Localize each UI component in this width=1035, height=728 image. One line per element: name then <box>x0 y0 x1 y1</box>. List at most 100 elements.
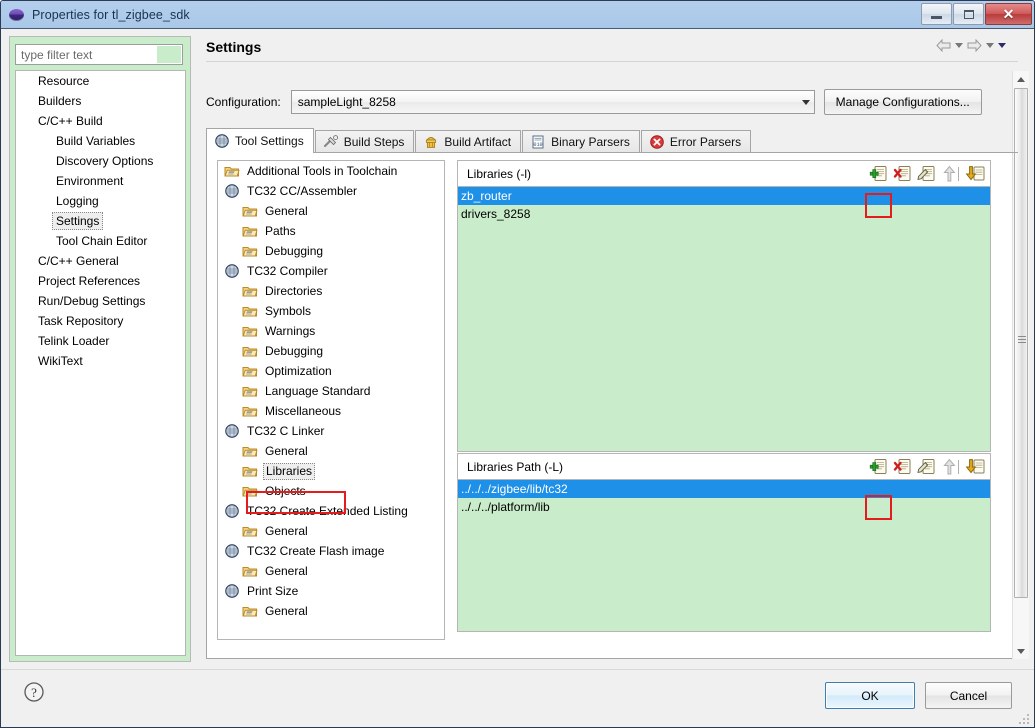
libraries-path-add-icon[interactable] <box>869 457 890 477</box>
maximize-button[interactable] <box>953 3 984 25</box>
sidebar-item-builders[interactable]: Builders <box>16 91 185 111</box>
toolchain-item-warnings[interactable]: Warnings <box>218 321 444 341</box>
filter-text-field[interactable]: type filter text <box>15 44 183 65</box>
libraries-list[interactable]: zb_router drivers_8258 <box>457 187 991 452</box>
page-scrollbar[interactable] <box>1012 71 1029 659</box>
forward-arrow-icon[interactable] <box>967 39 982 52</box>
sidebar-item-project-references[interactable]: Project References <box>16 271 185 291</box>
resize-grip[interactable] <box>1017 712 1031 726</box>
back-dropdown-icon[interactable] <box>955 43 963 48</box>
sidebar-item-task-repository[interactable]: Task Repository <box>16 311 185 331</box>
toolchain-item-language-standard[interactable]: Language Standard <box>218 381 444 401</box>
forward-dropdown-icon[interactable] <box>986 43 994 48</box>
filter-field-cap <box>157 46 181 63</box>
tab-build-steps[interactable]: Build Steps <box>314 130 415 153</box>
toolchain-item-directories[interactable]: Directories <box>218 281 444 301</box>
libraries-path-edit-icon[interactable] <box>917 457 938 477</box>
libraries-edit-icon[interactable] <box>917 164 938 184</box>
libraries-path-move-down-icon[interactable] <box>965 457 986 477</box>
toolchain-item-label: Optimization <box>265 364 332 378</box>
sidebar-item-label: C/C++ General <box>38 254 119 268</box>
toolchain-item-symbols[interactable]: Symbols <box>218 301 444 321</box>
sidebar-item-label: Builders <box>38 94 82 108</box>
libraries-list-item[interactable]: drivers_8258 <box>458 205 990 223</box>
sidebar-item-resource[interactable]: Resource <box>16 71 185 91</box>
toolchain-item-general[interactable]: General <box>218 561 444 581</box>
sidebar-item-build-variables[interactable]: Build Variables <box>16 131 185 151</box>
sidebar-item-label: Build Variables <box>56 134 136 148</box>
tab-label: Error Parsers <box>669 135 742 149</box>
toolchain-item-libraries[interactable]: Libraries <box>218 461 444 481</box>
libraries-move-down-icon[interactable] <box>965 164 986 184</box>
toolchain-item-label: Paths <box>265 224 296 238</box>
scroll-up-button[interactable] <box>1013 71 1029 87</box>
help-icon[interactable]: ? <box>23 681 45 703</box>
sidebar-item-wikitext[interactable]: WikiText <box>16 351 185 371</box>
libraries-path-title: Libraries Path (-L) <box>467 459 564 474</box>
toolchain-item-miscellaneous[interactable]: Miscellaneous <box>218 401 444 421</box>
toolchain-item-debugging[interactable]: Debugging <box>218 341 444 361</box>
sidebar-item-c-c-build[interactable]: C/C++ Build <box>16 111 185 131</box>
toolchain-item-label: TC32 Compiler <box>247 264 328 278</box>
toolchain-item-general[interactable]: General <box>218 601 444 621</box>
sidebar-item-tool-chain-editor[interactable]: Tool Chain Editor <box>16 231 185 251</box>
toolchain-item-debugging[interactable]: Debugging <box>218 241 444 261</box>
toolchain-item-tc32-create-extended-listing[interactable]: TC32 Create Extended Listing <box>218 501 444 521</box>
tab-error-parsers[interactable]: Error Parsers <box>640 130 752 153</box>
filter-placeholder: type filter text <box>21 47 93 62</box>
sidebar-item-label: Logging <box>56 194 99 208</box>
tab-binary-parsers[interactable]: 010 Binary Parsers <box>522 130 640 153</box>
toolchain-item-label: Symbols <box>265 304 312 318</box>
libraries-move-up-icon <box>941 164 962 184</box>
toolchain-item-tc32-compiler[interactable]: TC32 Compiler <box>218 261 444 281</box>
toolchain-item-tc32-c-linker[interactable]: TC32 C Linker <box>218 421 444 441</box>
scrollbar-grip <box>1018 336 1026 343</box>
sidebar-item-settings[interactable]: Settings <box>16 211 185 231</box>
toolchain-item-objects[interactable]: Objects <box>218 481 444 501</box>
sidebar-item-label: WikiText <box>38 354 83 368</box>
back-arrow-icon[interactable] <box>936 39 951 52</box>
toolchain-item-general[interactable]: General <box>218 441 444 461</box>
sidebar-item-discovery-options[interactable]: Discovery Options <box>16 151 185 171</box>
libraries-add-icon[interactable] <box>869 164 890 184</box>
sidebar-item-c-c-general[interactable]: C/C++ General <box>16 251 185 271</box>
toolchain-item-general[interactable]: General <box>218 201 444 221</box>
toolchain-item-print-size[interactable]: Print Size <box>218 581 444 601</box>
title-bar: Properties for tl_zigbee_sdk ✕ <box>1 1 1034 29</box>
settings-tree[interactable]: Resource Builders C/C++ Build Build Variabl… <box>15 70 186 656</box>
toolchain-item-paths[interactable]: Paths <box>218 221 444 241</box>
window-controls: ✕ <box>920 3 1032 25</box>
libraries-path-list-item[interactable]: ../../../platform/lib <box>458 498 990 516</box>
cancel-button[interactable]: Cancel <box>925 682 1012 709</box>
ok-button[interactable]: OK <box>825 682 915 709</box>
sidebar-item-run-debug-settings[interactable]: Run/Debug Settings <box>16 291 185 311</box>
sidebar-item-environment[interactable]: Environment <box>16 171 185 191</box>
toolchain-item-tc32-create-flash-image[interactable]: TC32 Create Flash image <box>218 541 444 561</box>
tab-tool-settings[interactable]: Tool Settings <box>206 128 314 153</box>
scroll-down-button[interactable] <box>1013 643 1029 659</box>
chevron-down-icon[interactable] <box>801 91 810 113</box>
configuration-combo[interactable]: sampleLight_8258 <box>290 90 815 114</box>
manage-configurations-button[interactable]: Manage Configurations... <box>823 89 982 115</box>
toolchain-item-additional-tools-in-toolchain[interactable]: Additional Tools in Toolchain <box>218 161 444 181</box>
libraries-path-delete-icon[interactable] <box>893 457 914 477</box>
close-button[interactable]: ✕ <box>985 3 1032 25</box>
toolchain-item-optimization[interactable]: Optimization <box>218 361 444 381</box>
sidebar-item-telink-loader[interactable]: Telink Loader <box>16 331 185 351</box>
libraries-path-toolbar <box>869 457 986 477</box>
scrollbar-thumb[interactable] <box>1014 88 1028 598</box>
libraries-path-list-item[interactable]: ../../../zigbee/lib/tc32 <box>458 480 990 498</box>
view-menu-icon[interactable] <box>998 43 1006 48</box>
toolchain-tree[interactable]: Additional Tools in Toolchain TC32 CC/Ass… <box>217 160 445 640</box>
minimize-button[interactable] <box>921 3 952 25</box>
toolchain-item-tc32-cc-assembler[interactable]: TC32 CC/Assembler <box>218 181 444 201</box>
libraries-delete-icon[interactable] <box>893 164 914 184</box>
toolchain-item-general[interactable]: General <box>218 521 444 541</box>
libraries-path-list[interactable]: ../../../zigbee/lib/tc32 ../../../platfor… <box>457 480 991 632</box>
sidebar-item-logging[interactable]: Logging <box>16 191 185 211</box>
folder-icon <box>242 223 258 239</box>
libraries-toolbar <box>869 164 986 184</box>
binary-parsers-icon: 010 <box>530 134 546 150</box>
libraries-list-item[interactable]: zb_router <box>458 187 990 205</box>
tab-build-artifact[interactable]: Build Artifact <box>415 130 522 153</box>
